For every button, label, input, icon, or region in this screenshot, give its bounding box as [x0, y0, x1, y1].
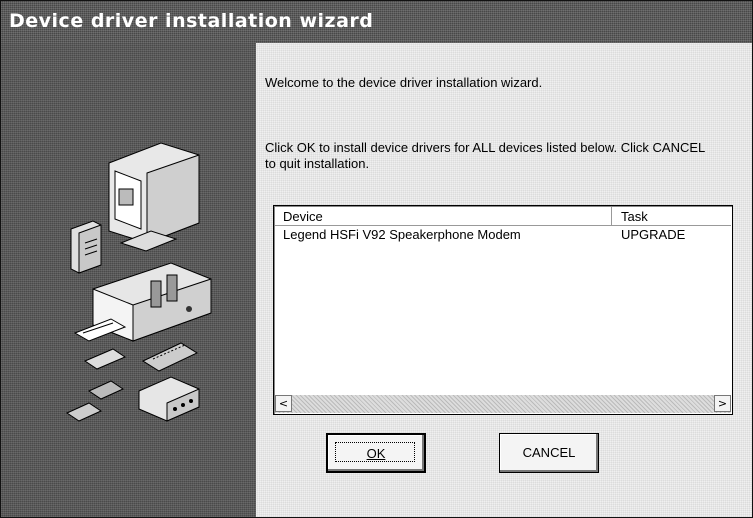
network-hub-icon	[138, 376, 200, 422]
focus-rectangle	[335, 442, 415, 462]
column-header-task-label: Task	[621, 209, 648, 224]
scroll-right-icon[interactable]: >	[714, 395, 731, 412]
instruction-text: Click OK to install device drivers for A…	[265, 140, 705, 171]
column-header-device[interactable]: Device	[275, 207, 612, 225]
hardware-illustration	[65, 142, 212, 422]
speaker-icon	[70, 220, 102, 274]
cancel-button-label: CANCEL	[522, 445, 576, 460]
title-bar[interactable]: Device driver installation wizard	[1, 1, 752, 43]
cancel-button[interactable]: CANCEL	[499, 433, 599, 473]
device-name-cell: Legend HSFi V92 Speakerphone Modem	[283, 227, 521, 242]
ok-button[interactable]: OK	[326, 433, 426, 473]
column-header-device-label: Device	[283, 209, 323, 224]
column-header-task[interactable]: Task	[613, 207, 731, 225]
table-row[interactable]: Legend HSFi V92 Speakerphone Modem UPGRA…	[275, 226, 731, 244]
welcome-text: Welcome to the device driver installatio…	[265, 75, 543, 90]
device-list[interactable]: Device Task Legend HSFi V92 Speakerphone…	[273, 205, 733, 415]
wizard-window: Device driver installation wizard Welcom…	[0, 0, 753, 518]
wizard-side-panel	[1, 43, 256, 517]
list-header: Device Task	[275, 207, 731, 226]
window-title: Device driver installation wizard	[9, 10, 374, 32]
computer-monitor-icon	[108, 142, 200, 252]
horizontal-scrollbar[interactable]: < >	[275, 395, 731, 413]
scroll-left-icon[interactable]: <	[275, 395, 292, 412]
device-task-cell: UPGRADE	[621, 227, 686, 242]
